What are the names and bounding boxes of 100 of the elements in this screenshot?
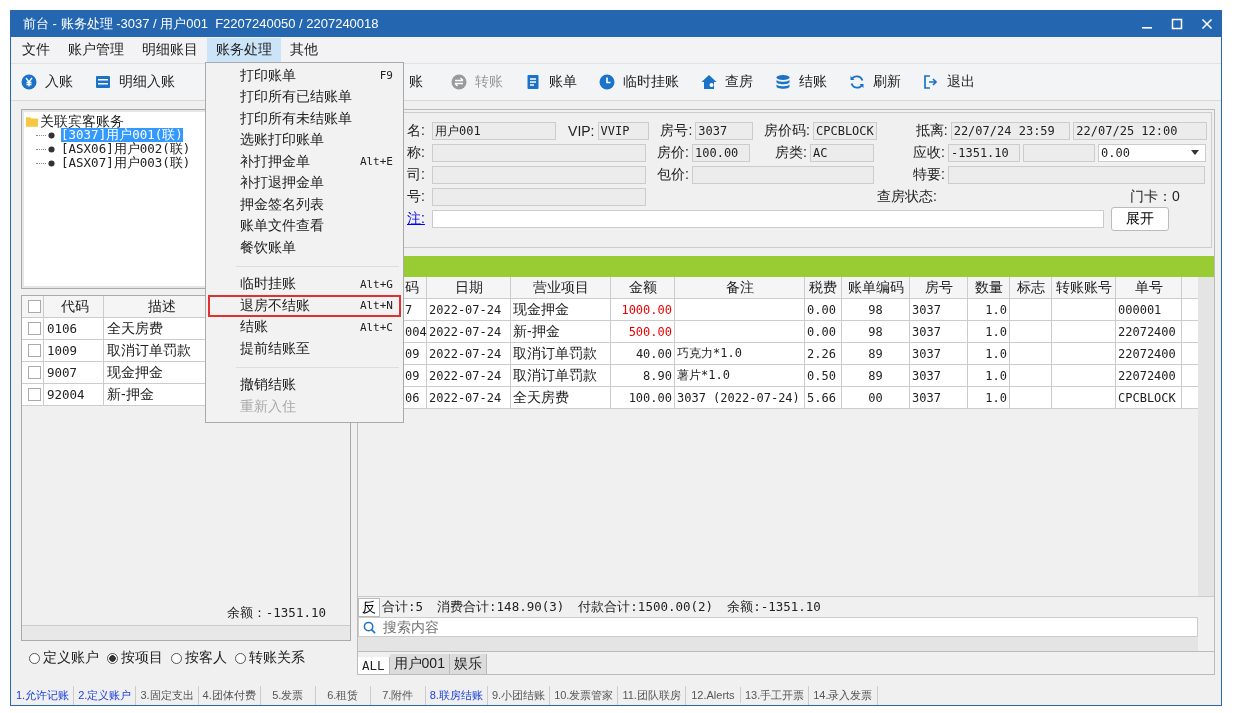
- bottom-tab[interactable]: 10.发票管家: [550, 685, 619, 705]
- menu-item[interactable]: 账务处理: [207, 38, 281, 62]
- table-cell: 2022-07-24: [427, 343, 511, 364]
- rate-code-field[interactable]: CPCBLOCK: [813, 121, 877, 140]
- toolbar-button[interactable]: 入账: [45, 73, 73, 91]
- bottom-tab[interactable]: 4.团体付费: [198, 685, 261, 705]
- remark-field[interactable]: [432, 209, 1104, 228]
- table-cell: 92004: [44, 384, 104, 405]
- menu-item[interactable]: 账单文件查看: [208, 215, 401, 237]
- menu-item[interactable]: 明细账目: [133, 38, 207, 62]
- input-field[interactable]: [432, 187, 646, 206]
- coin-icon[interactable]: [21, 74, 37, 90]
- close-icon[interactable]: [1201, 18, 1213, 30]
- caret-icon[interactable]: [1191, 150, 1199, 155]
- expand-button[interactable]: 展开: [1111, 206, 1169, 231]
- bottom-tab[interactable]: 3.固定支出: [136, 685, 199, 705]
- document-icon[interactable]: [525, 74, 541, 90]
- radio-option[interactable]: 转账关系: [235, 649, 305, 667]
- menu-item[interactable]: 选账打印账单: [208, 129, 401, 151]
- radio-option[interactable]: 按客人: [171, 649, 227, 667]
- bottom-tab[interactable]: 12.Alerts: [685, 687, 741, 703]
- toolbar-button[interactable]: 临时挂账: [623, 73, 679, 91]
- menu-item[interactable]: 打印所有未结账单: [208, 108, 401, 130]
- checkbox[interactable]: [27, 300, 41, 313]
- menu-item[interactable]: 账户管理: [59, 38, 133, 62]
- bottom-tab[interactable]: 5.发票: [260, 685, 316, 705]
- menu-item[interactable]: 退房不结账 Alt+N: [208, 295, 401, 317]
- search-icon: [363, 621, 376, 634]
- menu-item[interactable]: 打印账单 F9: [208, 65, 401, 87]
- menu-item[interactable]: 补打押金单 Alt+E: [208, 151, 401, 173]
- toolbar-button[interactable]: 账: [409, 73, 423, 91]
- room-type-field[interactable]: AC: [810, 143, 874, 162]
- bottom-tab[interactable]: 14.录入发票: [809, 685, 878, 705]
- toolbar-button[interactable]: 刷新: [873, 73, 901, 91]
- refresh-icon[interactable]: [849, 74, 865, 90]
- field-label: 包价:: [656, 165, 689, 184]
- bottom-tab[interactable]: 6.租赁: [315, 685, 371, 705]
- arrival-field[interactable]: 22/07/24 23:59: [950, 121, 1071, 140]
- menu-item[interactable]: 补打退押金单: [208, 172, 401, 194]
- menu-item[interactable]: 餐饮账单: [208, 237, 401, 259]
- package-field[interactable]: [692, 165, 874, 184]
- bottom-tab[interactable]: 8.联房结账: [425, 685, 488, 705]
- amount-dropdown[interactable]: 0.00: [1098, 143, 1206, 162]
- menu-item[interactable]: 其他: [281, 38, 327, 62]
- checkbox[interactable]: [27, 322, 41, 335]
- horizontal-scrollbar[interactable]: [358, 637, 1198, 651]
- bottom-tab[interactable]: 1.允许记账: [12, 685, 75, 705]
- bullet-icon: [48, 131, 55, 139]
- bottom-tab[interactable]: 13.手工开票: [740, 685, 810, 705]
- toolbar-button[interactable]: 结账: [799, 73, 827, 91]
- table-cell: 22072400: [1116, 321, 1182, 342]
- name-field[interactable]: 用户001: [431, 121, 556, 140]
- rate-field[interactable]: 100.00: [692, 143, 750, 162]
- toolbar-button[interactable]: 账单: [549, 73, 577, 91]
- vip-field[interactable]: VVIP: [597, 121, 650, 140]
- room-field[interactable]: 3037: [695, 121, 754, 140]
- menu-item[interactable]: 文件: [13, 38, 59, 62]
- reverse-button[interactable]: 反: [358, 597, 380, 617]
- guest-tab[interactable]: ALL: [358, 657, 390, 674]
- table-cell: 00: [842, 387, 910, 408]
- input-field[interactable]: [1023, 143, 1095, 162]
- bottom-tab[interactable]: 9.小团结账: [487, 685, 551, 705]
- card-icon[interactable]: [95, 74, 111, 90]
- table-cell: 22072400: [1116, 365, 1182, 386]
- tree-item[interactable]: [ASX06]用户002(联): [61, 142, 191, 156]
- special-field[interactable]: [948, 165, 1205, 184]
- database-icon[interactable]: [775, 74, 791, 90]
- radio-option[interactable]: 定义账户: [29, 649, 99, 667]
- input-field[interactable]: [432, 143, 646, 162]
- radio-option[interactable]: 按项目: [107, 649, 163, 667]
- toolbar-button[interactable]: 退出: [947, 73, 975, 91]
- bottom-tab[interactable]: 2.定义账户: [74, 685, 137, 705]
- departure-field[interactable]: 22/07/25 12:00: [1073, 121, 1207, 140]
- checkbox[interactable]: [27, 388, 41, 401]
- exit-icon[interactable]: [923, 74, 939, 90]
- search-field[interactable]: 搜索内容: [358, 617, 1198, 637]
- balance-text: 余额:-1351.10: [727, 598, 821, 616]
- horizontal-scrollbar[interactable]: [22, 625, 350, 640]
- input-field[interactable]: [432, 165, 646, 184]
- guest-tab[interactable]: 用户001: [389, 654, 450, 674]
- house-icon[interactable]: [701, 74, 717, 90]
- checkbox[interactable]: [27, 366, 41, 379]
- payment-total: 付款合计:1500.00(2): [578, 598, 714, 616]
- receivable-field[interactable]: -1351.10: [948, 143, 1020, 162]
- bottom-tab[interactable]: 7.附件: [370, 685, 426, 705]
- vertical-scrollbar[interactable]: [1198, 277, 1214, 596]
- toolbar-button[interactable]: 明细入账: [119, 73, 175, 91]
- menu-item[interactable]: 打印所有已结账单: [208, 86, 401, 108]
- table-cell: 3037: [910, 321, 968, 342]
- menu-item[interactable]: 押金签名列表: [208, 194, 401, 216]
- maximize-icon[interactable]: [1171, 18, 1183, 30]
- exchange-icon[interactable]: [451, 74, 467, 90]
- tree-item[interactable]: [ASX07]用户003(联): [61, 156, 191, 170]
- clock-icon[interactable]: [599, 74, 615, 90]
- bottom-tab[interactable]: 11.团队联房: [618, 685, 686, 705]
- toolbar-button[interactable]: 查房: [725, 73, 753, 91]
- checkbox[interactable]: [27, 344, 41, 357]
- guest-tab[interactable]: 娱乐: [449, 654, 487, 674]
- tree-item[interactable]: 关联宾客账务: [40, 114, 124, 128]
- remark-link[interactable]: 注:: [407, 209, 429, 228]
